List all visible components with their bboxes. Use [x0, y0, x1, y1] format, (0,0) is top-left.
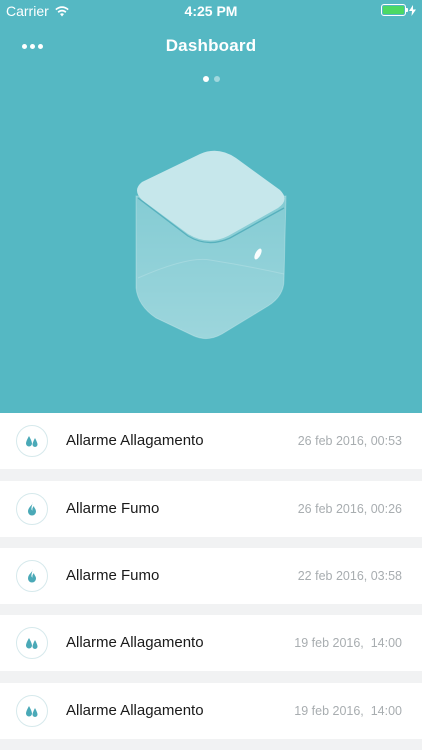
alarm-title: Allarme Allagamento [66, 432, 204, 449]
alarm-list-item[interactable]: Allarme Allagamento 19 feb 2016, 14:00 [0, 683, 422, 739]
alarm-date: 22 feb 2016, 03:58 [297, 569, 402, 583]
water-drops-icon [16, 627, 48, 659]
page-indicator[interactable] [0, 76, 422, 82]
page-dot[interactable] [213, 76, 220, 82]
alarm-date: 19 feb 2016, 14:00 [294, 636, 402, 650]
alarm-date: 26 feb 2016, 00:53 [297, 434, 402, 448]
sensor-device-illustration [135, 150, 287, 340]
alarm-title: Allarme Fumo [66, 567, 160, 584]
water-drops-icon [16, 425, 48, 457]
alarm-list-item[interactable]: Allarme Allagamento 26 feb 2016, 00:53 [0, 413, 422, 469]
alarm-date: 26 feb 2016, 00:26 [297, 502, 402, 516]
water-drops-icon [16, 695, 48, 727]
alarm-title: Allarme Allagamento [66, 634, 204, 651]
battery-icon [381, 4, 408, 16]
status-bar: Carrier 4:25 PM [0, 0, 422, 22]
status-time: 4:25 PM [184, 3, 238, 19]
alarm-list-item[interactable]: Allarme Fumo 22 feb 2016, 03:58 [0, 548, 422, 604]
alarm-title: Allarme Fumo [66, 500, 160, 517]
alarm-list-item[interactable]: Allarme Fumo 26 feb 2016, 00:26 [0, 481, 422, 537]
alarm-title: Allarme Allagamento [66, 702, 204, 719]
flame-icon [16, 560, 48, 592]
page-dot[interactable] [202, 76, 209, 82]
alarm-date: 19 feb 2016, 14:00 [294, 704, 402, 718]
charging-bolt-icon [409, 4, 416, 16]
page-title: Dashboard [165, 36, 257, 55]
battery-level-fill [383, 6, 404, 14]
alarm-list-item[interactable]: Allarme Allagamento 19 feb 2016, 14:00 [0, 615, 422, 671]
dashboard-header: Carrier 4:25 PM Dashboard [0, 0, 422, 413]
navigation-bar: Dashboard [0, 22, 422, 70]
status-right [381, 4, 416, 16]
flame-icon [16, 493, 48, 525]
